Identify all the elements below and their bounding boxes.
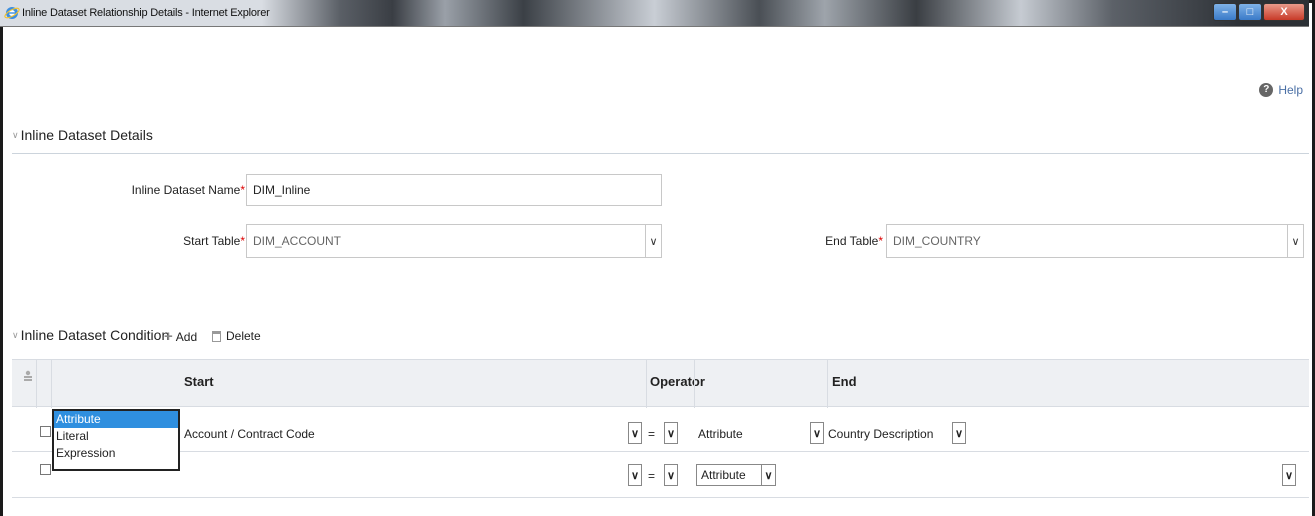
dataset-name-input[interactable]: [246, 174, 662, 206]
section-divider: [12, 153, 1309, 154]
chevron-down-icon: ∨: [666, 427, 676, 440]
help-label: Help: [1278, 83, 1303, 97]
start-value-dropdown-arrow[interactable]: ∨: [628, 422, 642, 444]
end-table-value: DIM_COUNTRY: [893, 234, 981, 248]
chevron-down-icon: ∨: [1287, 225, 1303, 257]
column-settings-icon[interactable]: [23, 370, 33, 382]
end-type-dropdown-arrow[interactable]: ∨: [810, 422, 824, 444]
column-header-end[interactable]: End: [832, 374, 857, 389]
start-type-dropdown-list[interactable]: Attribute Literal Expression: [52, 409, 180, 471]
operator-dropdown-arrow[interactable]: ∨: [664, 422, 678, 444]
help-icon: ?: [1259, 83, 1274, 97]
column-header-operator[interactable]: Operator: [650, 374, 705, 389]
column-header-start[interactable]: Start: [184, 374, 214, 389]
delete-label: Delete: [226, 329, 261, 343]
details-section-header[interactable]: ∨ Inline Dataset Details: [12, 127, 153, 143]
grid-header: Start Operator End: [12, 359, 1309, 408]
end-value[interactable]: Country Description: [828, 427, 933, 441]
end-type-value[interactable]: Attribute: [698, 427, 743, 441]
details-section-title: Inline Dataset Details: [20, 127, 153, 143]
dataset-name-label: Inline Dataset Name*: [131, 183, 245, 197]
title-bar: Inline Dataset Relationship Details - In…: [0, 0, 1309, 27]
column-separator: [827, 360, 828, 408]
dropdown-option-expression[interactable]: Expression: [54, 445, 178, 462]
collapse-caret-icon: ∨: [12, 329, 19, 340]
add-button[interactable]: + Add: [164, 328, 197, 345]
internet-explorer-icon: [4, 7, 20, 19]
chevron-down-icon: ∨: [630, 427, 640, 440]
trash-icon: [212, 330, 221, 342]
end-type-select[interactable]: Attribute ∨: [696, 464, 776, 486]
column-separator: [694, 360, 695, 408]
end-value-dropdown-arrow[interactable]: ∨: [1282, 464, 1296, 486]
window-title: Inline Dataset Relationship Details - In…: [22, 7, 270, 19]
delete-button[interactable]: Delete: [212, 329, 261, 343]
end-table-select[interactable]: DIM_COUNTRY ∨: [886, 224, 1304, 258]
maximize-button[interactable]: □: [1238, 3, 1262, 21]
column-separator: [36, 360, 37, 408]
chevron-down-icon: ∨: [666, 469, 676, 482]
end-type-value: Attribute: [701, 468, 746, 482]
dropdown-option-attribute[interactable]: Attribute: [54, 411, 178, 428]
chevron-down-icon: ∨: [812, 427, 822, 440]
plus-icon: +: [164, 328, 173, 345]
chevron-down-icon: ∨: [645, 225, 661, 257]
column-separator: [646, 360, 647, 408]
chevron-down-icon: ∨: [1284, 469, 1294, 482]
chevron-down-icon: ∨: [761, 465, 775, 485]
condition-section-title: Inline Dataset Condition: [20, 327, 170, 343]
table-row: ∨ = ∨ Attribute ∨ ∨: [12, 453, 1309, 498]
add-label: Add: [175, 329, 198, 344]
operator-value: =: [648, 469, 656, 483]
operator-dropdown-arrow[interactable]: ∨: [664, 464, 678, 486]
chevron-down-icon: ∨: [630, 469, 640, 482]
minimize-button[interactable]: –: [1213, 3, 1237, 21]
start-table-label: Start Table*: [183, 234, 245, 248]
start-table-select[interactable]: DIM_ACCOUNT ∨: [246, 224, 662, 258]
column-separator: [51, 360, 52, 408]
operator-value: =: [648, 427, 656, 441]
start-table-value: DIM_ACCOUNT: [253, 234, 342, 248]
end-table-label: End Table*: [825, 234, 883, 248]
start-value-dropdown-arrow[interactable]: ∨: [628, 464, 642, 486]
table-row: Account / Contract Code ∨ = ∨ Attribute …: [12, 407, 1309, 452]
row-checkbox[interactable]: [40, 464, 51, 475]
condition-section-header[interactable]: ∨ Inline Dataset Condition: [12, 327, 169, 343]
collapse-caret-icon: ∨: [12, 129, 19, 140]
dropdown-option-literal[interactable]: Literal: [54, 428, 178, 445]
chevron-down-icon: ∨: [954, 427, 964, 440]
help-link[interactable]: ? Help: [1259, 83, 1303, 97]
start-value[interactable]: Account / Contract Code: [184, 427, 315, 441]
end-value-dropdown-arrow[interactable]: ∨: [952, 422, 966, 444]
row-checkbox[interactable]: [40, 426, 51, 437]
close-button[interactable]: X: [1263, 3, 1305, 21]
